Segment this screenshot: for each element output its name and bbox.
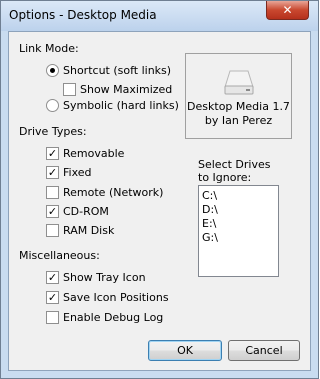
fixed-label[interactable]: Fixed (63, 166, 92, 179)
show-tray-icon-checkbox[interactable]: ✓ (46, 271, 59, 284)
list-item[interactable]: G:\ (202, 231, 218, 244)
check-icon: ✓ (47, 271, 58, 284)
ignore-drives-listbox[interactable]: C:\ D:\ E:\ G:\ (198, 185, 279, 277)
dialog-client-area: Link Mode: Shortcut (soft links) Show Ma… (8, 31, 311, 371)
cancel-button[interactable]: Cancel (228, 340, 300, 361)
enable-debug-log-label[interactable]: Enable Debug Log (63, 311, 163, 324)
drive-types-heading: Drive Types: (19, 125, 87, 138)
drive-icon (224, 70, 254, 95)
show-maximized-checkbox[interactable] (63, 83, 76, 96)
list-item[interactable]: D:\ (202, 203, 218, 216)
misc-heading: Miscellaneous: (19, 249, 100, 262)
removable-label[interactable]: Removable (63, 147, 124, 160)
check-icon: ✓ (47, 166, 58, 179)
list-item[interactable]: E:\ (202, 217, 216, 230)
symbolic-label[interactable]: Symbolic (hard links) (63, 99, 179, 112)
title-bar[interactable]: Options - Desktop Media ✕ (1, 1, 318, 31)
ignore-drives-label-line1: Select Drives (198, 158, 271, 171)
check-icon: ✓ (47, 147, 58, 160)
ignore-drives-label-line2: to Ignore: (198, 171, 252, 184)
shortcut-radio[interactable] (46, 64, 59, 77)
ok-button[interactable]: OK (148, 340, 222, 361)
window-title: Options - Desktop Media (9, 8, 157, 22)
options-dialog: Options - Desktop Media ✕ Link Mode: Sho… (0, 0, 319, 379)
save-icon-positions-checkbox[interactable]: ✓ (46, 291, 59, 304)
product-name: Desktop Media 1.7 (187, 100, 290, 113)
show-tray-icon-label[interactable]: Show Tray Icon (63, 271, 146, 284)
save-icon-positions-label[interactable]: Save Icon Positions (63, 291, 169, 304)
ram-disk-checkbox[interactable] (46, 224, 59, 237)
fixed-checkbox[interactable]: ✓ (46, 166, 59, 179)
radio-selected-dot (50, 68, 55, 73)
cd-rom-label[interactable]: CD-ROM (63, 205, 109, 218)
check-icon: ✓ (47, 291, 58, 304)
show-maximized-label[interactable]: Show Maximized (80, 83, 172, 96)
ram-disk-label[interactable]: RAM Disk (63, 224, 114, 237)
cd-rom-checkbox[interactable]: ✓ (46, 205, 59, 218)
remote-network-checkbox[interactable] (46, 186, 59, 199)
close-icon: ✕ (282, 3, 293, 17)
link-mode-heading: Link Mode: (19, 42, 79, 55)
symbolic-radio[interactable] (46, 99, 59, 112)
author-name: by Ian Perez (204, 114, 273, 127)
check-icon: ✓ (47, 205, 58, 218)
list-item[interactable]: C:\ (202, 189, 217, 202)
removable-checkbox[interactable]: ✓ (46, 147, 59, 160)
close-button[interactable]: ✕ (266, 1, 309, 20)
shortcut-label[interactable]: Shortcut (soft links) (63, 64, 171, 77)
about-box: Desktop Media 1.7 by Ian Perez (185, 53, 292, 139)
remote-network-label[interactable]: Remote (Network) (63, 186, 163, 199)
enable-debug-log-checkbox[interactable] (46, 311, 59, 324)
